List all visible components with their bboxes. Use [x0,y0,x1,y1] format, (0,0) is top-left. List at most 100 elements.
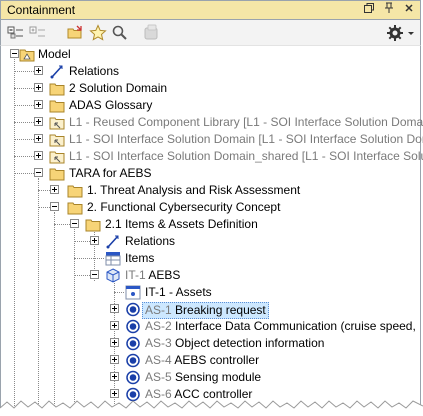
tree-item-label: Relations [69,64,120,78]
asset-name: Breaking request [175,303,266,317]
tree-item-label: Relations [125,234,176,248]
shared-package-icon [49,132,65,147]
tree-branch-line [74,241,90,242]
tree-row-relations-nested[interactable]: Relations [1,233,422,250]
tree-branch-line [74,275,90,276]
tree-row-adas-glossary[interactable]: ADAS Glossary [1,97,422,114]
tree-branch-line [14,122,34,123]
package-icon [49,81,65,96]
asset-id-prefix: AS-2 [145,319,172,333]
collapse-all-icon[interactable] [7,24,25,42]
tree-item-label: L1 - SOI Interface Solution Domain_share… [69,149,423,163]
tree-row-as-3[interactable]: AS-3 Object detection information [1,335,422,352]
expand-toggle[interactable] [110,304,119,313]
expand-toggle[interactable] [110,321,119,330]
tree-row-as-5[interactable]: AS-5 Sensing module [1,369,422,386]
asset-id-prefix: AS-5 [145,370,172,384]
expand-toggle[interactable] [110,338,119,347]
tree-item-label: 2 Solution Domain [69,81,168,95]
tree-row-as-1[interactable]: AS-1 Breaking request [1,301,422,319]
disabled-element-icon[interactable] [143,24,161,42]
asset-name: Object detection information [175,336,325,350]
item-icon [105,268,121,283]
asset-icon [125,302,141,317]
tree-row-as-4[interactable]: AS-4 AEBS controller [1,352,422,369]
expand-toggle[interactable] [34,117,43,126]
panel-title: Containment [7,3,76,17]
panel-toolbar [0,20,421,46]
tree-item-label: L1 - SOI Interface Solution Domain [L1 -… [69,132,423,146]
expand-toggle[interactable] [110,372,119,381]
package-icon [49,98,65,113]
item-name: AEBS [148,268,181,282]
tree-row-tara-for-aebs[interactable]: TARA for AEBS [1,165,422,182]
tree-row-items-assets-definition[interactable]: 2.1 Items & Assets Definition [1,216,422,233]
tree-branch-line [14,71,34,72]
expand-toggle[interactable] [34,134,43,143]
tree-row-it-1-aebs[interactable]: IT-1 AEBS [1,267,422,284]
shared-package-icon [49,115,65,130]
relations-icon [105,234,121,249]
expand-toggle[interactable] [110,355,119,364]
relations-icon [49,64,65,79]
asset-id-prefix: AS-3 [145,336,172,350]
tree-item-label: TARA for AEBS [69,166,152,180]
package-icon [67,200,83,215]
collapse-toggle[interactable] [70,219,79,228]
tree-item-label: Items [125,251,155,265]
expand-toggle[interactable] [34,151,43,160]
model-package-icon [19,47,35,62]
asset-icon [125,353,141,368]
containment-tree: Model Relations 2 Solution Domain ADAS G… [0,46,423,416]
expand-toggle[interactable] [90,236,99,245]
tree-row-model[interactable]: Model [1,46,422,63]
tree-branch-line [14,88,34,89]
close-icon[interactable] [402,2,416,18]
package-icon [85,217,101,232]
panel-titlebar[interactable]: Containment [0,0,421,20]
tree-item-label: IT-1 - Assets [145,285,212,299]
collapse-toggle[interactable] [50,202,59,211]
tree-branch-line [74,258,104,259]
collapse-toggle[interactable] [90,270,99,279]
open-folder-icon[interactable] [67,24,85,42]
shared-package-icon [49,149,65,164]
tree-row-solution-domain[interactable]: 2 Solution Domain [1,80,422,97]
collapse-toggle[interactable] [10,49,19,58]
tree-item-label: AS-5 Sensing module [145,370,261,385]
expand-all-icon[interactable] [29,24,47,42]
search-icon[interactable] [111,24,129,42]
item-id-prefix: IT-1 [125,268,146,282]
diagram-icon [125,285,141,300]
asset-name: Interface Data Communication (cruise spe… [175,319,416,333]
tree-branch-line [14,156,34,157]
expand-toggle[interactable] [34,66,43,75]
tree-row-soi-interface-solution-domain-shared[interactable]: L1 - SOI Interface Solution Domain_share… [1,148,423,165]
tree-item-label: AS-2 Interface Data Communication (cruis… [145,319,416,334]
star-icon[interactable] [89,24,107,42]
tree-row-items[interactable]: Items [1,250,422,267]
tree-branch-line [14,139,34,140]
asset-id-prefix: AS-1 [145,303,172,317]
restore-icon[interactable] [362,2,376,18]
dropdown-icon[interactable] [405,24,417,42]
tree-row-relations[interactable]: Relations [1,63,422,80]
expand-toggle[interactable] [34,83,43,92]
tree-row-it-1-assets[interactable]: IT-1 - Assets [1,284,422,301]
tree-row-functional-cybersecurity-concept[interactable]: 2. Functional Cybersecurity Concept [1,199,422,216]
gear-icon[interactable] [386,24,404,42]
tree-row-soi-interface-solution-domain[interactable]: L1 - SOI Interface Solution Domain [L1 -… [1,131,423,148]
tree-row-reused-component-library[interactable]: L1 - Reused Component Library [L1 - SOI … [1,114,423,131]
asset-name: Sensing module [175,370,262,384]
tree-branch-line [14,173,34,174]
tree-item-label: 1. Threat Analysis and Risk Assessment [87,183,301,197]
pin-icon[interactable] [382,2,396,18]
tree-row-threat-analysis[interactable]: 1. Threat Analysis and Risk Assessment [1,182,422,199]
tree-item-label: IT-1 AEBS [125,268,180,283]
collapse-toggle[interactable] [34,168,43,177]
tree-item-label: AS-4 AEBS controller [145,353,259,368]
tree-row-as-2[interactable]: AS-2 Interface Data Communication (cruis… [1,318,422,335]
expand-toggle[interactable] [50,185,59,194]
tree-item-label: Model [38,47,71,61]
expand-toggle[interactable] [34,100,43,109]
